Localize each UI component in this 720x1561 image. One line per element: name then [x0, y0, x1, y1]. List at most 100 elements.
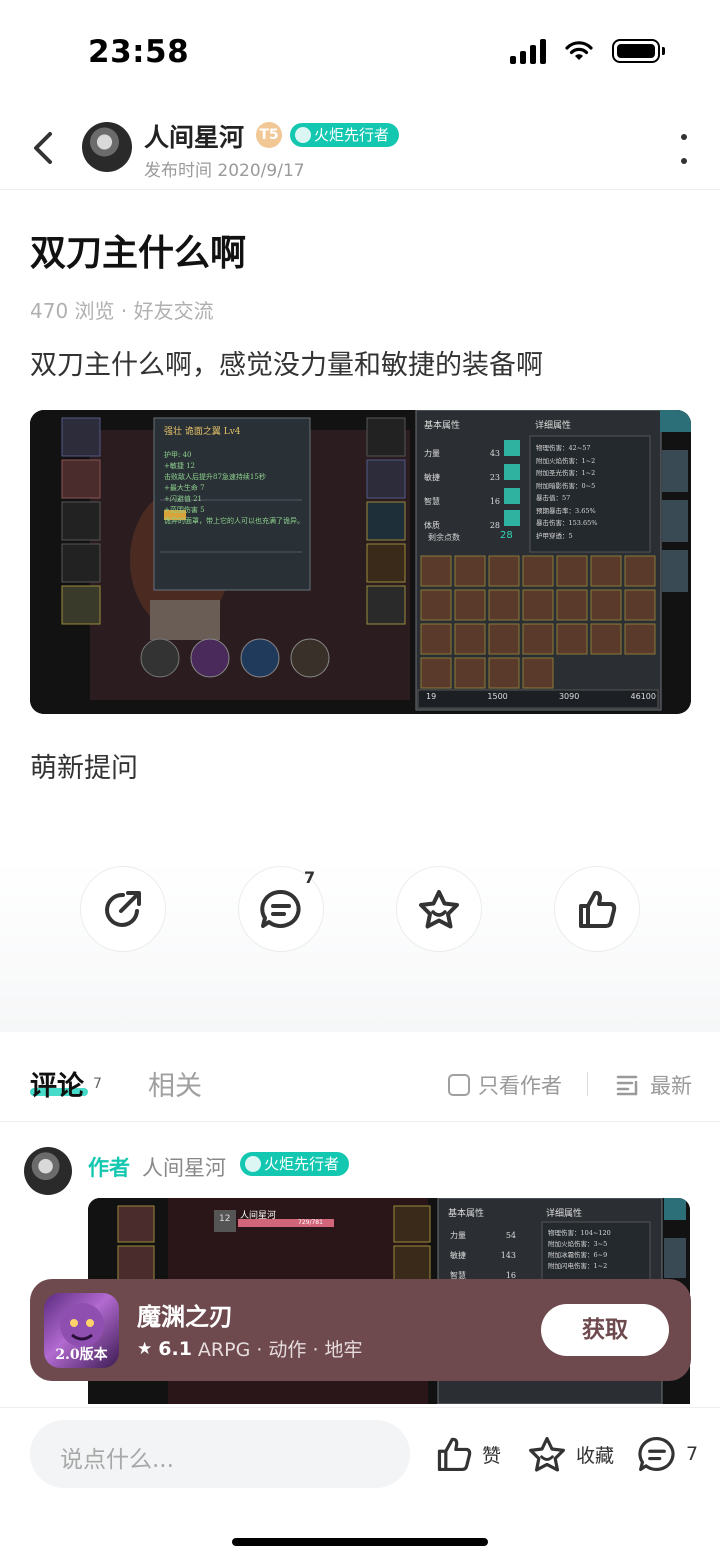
app-promo-card[interactable]: 2.0版本 魔渊之刃 ★ 6.1 ARPG · 动作 · 地牢 获取	[30, 1279, 691, 1381]
comment-avatar[interactable]	[24, 1147, 72, 1195]
tab-comments[interactable]: 评论	[30, 1064, 84, 1103]
post-tag[interactable]: 萌新提问	[30, 746, 138, 785]
detail-line: 附加火焰伤害：3~5	[548, 1240, 608, 1248]
rating-star-icon: ★	[137, 1338, 153, 1359]
tooltip-line: 诡异的面罩，带上它的人可以也充满了诡异。	[164, 517, 304, 525]
tab-comments-count: 7	[93, 1076, 102, 1092]
game-hp: 729/781	[298, 1219, 323, 1226]
more-dot-icon	[681, 158, 687, 164]
thumbs-up-icon	[437, 1437, 472, 1472]
currency-value: 1500	[487, 692, 508, 701]
comments-count: 7	[686, 1443, 699, 1465]
detail-line: 物理伤害：42~57	[536, 444, 591, 452]
sort-icon	[616, 1075, 638, 1096]
post-actions: 7	[0, 860, 720, 1032]
sort-label: 最新	[650, 1074, 692, 1098]
currency-value: 46100	[630, 692, 656, 701]
back-button[interactable]	[28, 128, 58, 168]
tooltip-line: 护甲: 40	[164, 451, 192, 459]
sort-button[interactable]: 最新	[616, 1070, 692, 1100]
attr-name: 力量	[450, 1231, 466, 1240]
wifi-icon	[565, 41, 593, 60]
detail-line: 护甲穿透：5	[536, 531, 573, 540]
app-meta: ★ 6.1 ARPG · 动作 · 地牢	[137, 1335, 363, 1362]
attr-list: 力量 43 敏捷 23 智慧 16 体质 28	[424, 442, 500, 538]
remaining-label: 剩余点数	[428, 533, 460, 542]
author-avatar[interactable]	[82, 122, 132, 172]
tooltip-title: 强壮 诡面之翼 Lv4	[164, 427, 241, 437]
attr-value: 23	[489, 473, 500, 482]
share-button[interactable]	[80, 866, 166, 952]
post-screenshot[interactable]: 强壮 诡面之翼 Lv4 护甲: 40 +敏捷 12 击败敌人后提升87急速持续15秒…	[30, 410, 691, 714]
remaining-value: 28	[500, 530, 513, 541]
bottom-bar: 说点什么... 赞 收藏 7	[0, 1407, 720, 1561]
app-icon-version: 2.0版本	[55, 1347, 108, 1363]
comment-input-placeholder: 说点什么...	[60, 1447, 174, 1473]
detail-line: 附加火焰伤害：1~2	[536, 456, 596, 465]
attr-name: 智慧	[424, 497, 440, 506]
attr-value: 43	[489, 449, 500, 458]
like-label: 赞	[482, 1444, 502, 1467]
attr-name: 力量	[424, 449, 440, 458]
status-icons	[510, 38, 665, 64]
attr-value: 16	[489, 497, 500, 506]
app-name: 魔渊之刃	[137, 1303, 233, 1331]
post-body: 双刀主什么啊，感觉没力量和敏捷的装备啊	[30, 350, 543, 381]
detail-line: 附加暗影伤害：0~5	[536, 481, 596, 490]
only-author-checkbox[interactable]	[448, 1074, 470, 1096]
comment-author-name[interactable]: 人间星河	[142, 1152, 226, 1182]
tab-related[interactable]: 相关	[148, 1064, 202, 1103]
currency-bar: 19 1500 3090 46100	[426, 692, 656, 701]
comment-icon	[638, 1436, 675, 1472]
home-indicator	[232, 1538, 488, 1546]
only-author-toggle[interactable]: 只看作者	[448, 1070, 562, 1100]
status-time: 23:58	[88, 34, 190, 70]
base-attr-title: 基本属性	[424, 421, 461, 431]
detail-line: 暴击伤害：153.65%	[536, 519, 598, 527]
collect-label: 收藏	[576, 1444, 615, 1467]
like-action-button[interactable]	[554, 866, 640, 952]
post-time: 发布时间 2020/9/17	[144, 161, 305, 181]
attr-row: 智慧 16	[424, 490, 500, 514]
battery-icon	[612, 39, 665, 63]
attr-row: 力量 54	[450, 1226, 516, 1246]
tooltip-line: +范围伤害 5	[164, 506, 205, 514]
comments-button[interactable]: 7	[636, 1434, 698, 1474]
currency-value: 19	[426, 692, 437, 701]
get-app-button[interactable]: 获取	[541, 1304, 669, 1356]
tooltip-lines: 护甲: 40 +敏捷 12 击败敌人后提升87急速持续15秒 +最大生命 7 +闪避值 …	[164, 450, 306, 527]
more-dot-icon	[681, 134, 687, 140]
tooltip-line: +敏捷 12	[164, 462, 195, 470]
only-author-label: 只看作者	[478, 1074, 562, 1098]
app-rating: 6.1	[158, 1337, 192, 1360]
c-base-attr-title: 基本属性	[448, 1209, 485, 1219]
tabs-divider	[587, 1072, 588, 1096]
comment-input[interactable]: 说点什么...	[30, 1420, 410, 1488]
comment-badge: 火炬先行者	[240, 1152, 350, 1176]
comment-action-count: 7	[304, 868, 316, 887]
post-meta: 470 浏览 · 好友交流	[30, 299, 214, 323]
attr-name: 敏捷	[424, 473, 440, 482]
app-genres: ARPG · 动作 · 地牢	[197, 1339, 363, 1361]
c-detail-attr-title: 详细属性	[546, 1209, 583, 1219]
like-button[interactable]: 赞	[434, 1434, 501, 1474]
c-attr-list: 力量 54 敏捷 143 智慧 16	[450, 1226, 516, 1286]
more-menu-button[interactable]	[678, 134, 690, 164]
post-title: 双刀主什么啊	[30, 233, 247, 274]
detail-line: 暴击值：57	[536, 494, 571, 502]
attr-value: 28	[489, 521, 500, 530]
collect-action-button[interactable]	[396, 866, 482, 952]
detail-line: 附加圣光伤害：1~2	[536, 469, 596, 477]
chevron-left-icon	[34, 132, 52, 164]
star-icon	[529, 1436, 565, 1472]
app-icon[interactable]: 2.0版本	[44, 1293, 119, 1368]
comment-tabs: 评论 7 相关 只看作者 最新	[0, 1034, 720, 1122]
collect-button[interactable]: 收藏	[526, 1434, 614, 1474]
author-name[interactable]: 人间星河	[144, 118, 244, 154]
status-bar: 23:58	[0, 0, 720, 100]
star-icon	[419, 890, 459, 929]
attr-name: 敏捷	[450, 1251, 466, 1260]
detail-line: 物理伤害：104~120	[548, 1229, 611, 1237]
thumbs-up-icon	[579, 890, 617, 928]
detail-line: 附加冰霜伤害：6~9	[548, 1251, 608, 1259]
